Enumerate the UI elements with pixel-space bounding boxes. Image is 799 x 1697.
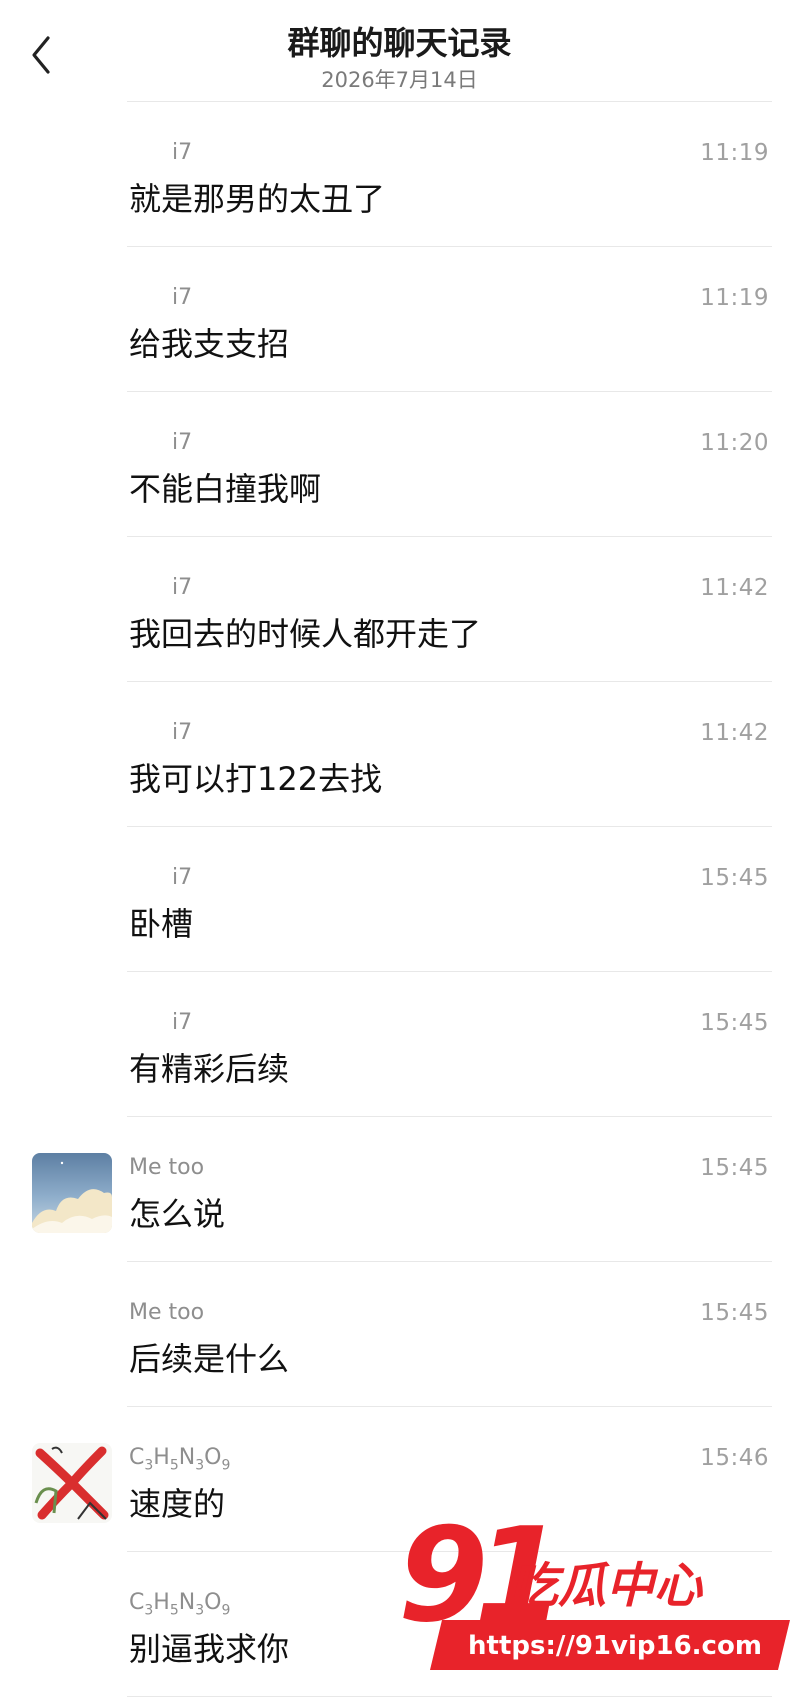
message-row[interactable]: i7 15:45 有精彩后续 [0,972,799,1117]
message-time: 11:19 [700,140,769,166]
sender-name: i7 [172,575,193,600]
message-time: 15:45 [700,1010,769,1036]
message-text: 有精彩后续 [129,1050,290,1088]
sender-name: i7 [172,430,193,455]
message-row[interactable]: i7 11:19 就是那男的太丑了 [0,102,799,247]
sender-name: i7 [172,140,193,165]
message-text: 后续是什么 [129,1340,290,1378]
sender-name: i7 [172,720,193,745]
sender-name: C3H5N3O9 [129,1590,231,1619]
page-date: 2026年7月14日 [321,68,478,92]
message-text: 不能白撞我啊 [129,470,322,508]
sender-name: Me too [129,1300,205,1325]
message-row[interactable]: i7 11:19 给我支支招 [0,247,799,392]
header: 群聊的聊天记录 2026年7月14日 [0,0,799,102]
message-time: 15:45 [700,1155,769,1181]
message-time: 15:45 [700,1300,769,1326]
avatar[interactable] [32,1153,112,1233]
message-text: 卧槽 [129,905,194,943]
message-row[interactable]: Me too 15:45 后续是什么 [0,1262,799,1407]
message-row[interactable]: C3H5N3O9 别逼我求你 [0,1552,799,1697]
message-text: 速度的 [129,1485,226,1523]
message-list[interactable]: i7 11:19 就是那男的太丑了 i7 11:19 给我支支招 i7 11:2… [0,102,799,1697]
sender-name: i7 [172,865,193,890]
message-text: 我可以打122去找 [129,760,383,798]
sender-name: i7 [172,1010,193,1035]
message-row[interactable]: Me too 15:45 怎么说 [0,1117,799,1262]
avatar[interactable] [32,1443,112,1523]
message-text: 给我支支招 [129,325,290,363]
message-time: 11:42 [700,575,769,601]
message-row[interactable]: i7 11:42 我可以打122去找 [0,682,799,827]
sender-name: Me too [129,1155,205,1180]
message-text: 就是那男的太丑了 [129,180,386,218]
page-title: 群聊的聊天记录 [287,24,512,62]
message-time: 15:46 [700,1445,769,1471]
message-row[interactable]: i7 11:42 我回去的时候人都开走了 [0,537,799,682]
sender-name: i7 [172,285,193,310]
message-text: 怎么说 [129,1195,226,1233]
message-text: 我回去的时候人都开走了 [129,615,482,653]
message-row[interactable]: i7 15:45 卧槽 [0,827,799,972]
message-row[interactable]: C3H5N3O9 15:46 速度的 [0,1407,799,1552]
message-time: 11:42 [700,720,769,746]
message-time: 11:19 [700,285,769,311]
sender-name: C3H5N3O9 [129,1445,231,1474]
message-text: 别逼我求你 [129,1630,290,1668]
message-time: 15:45 [700,865,769,891]
message-time: 11:20 [700,430,769,456]
message-row[interactable]: i7 11:20 不能白撞我啊 [0,392,799,537]
